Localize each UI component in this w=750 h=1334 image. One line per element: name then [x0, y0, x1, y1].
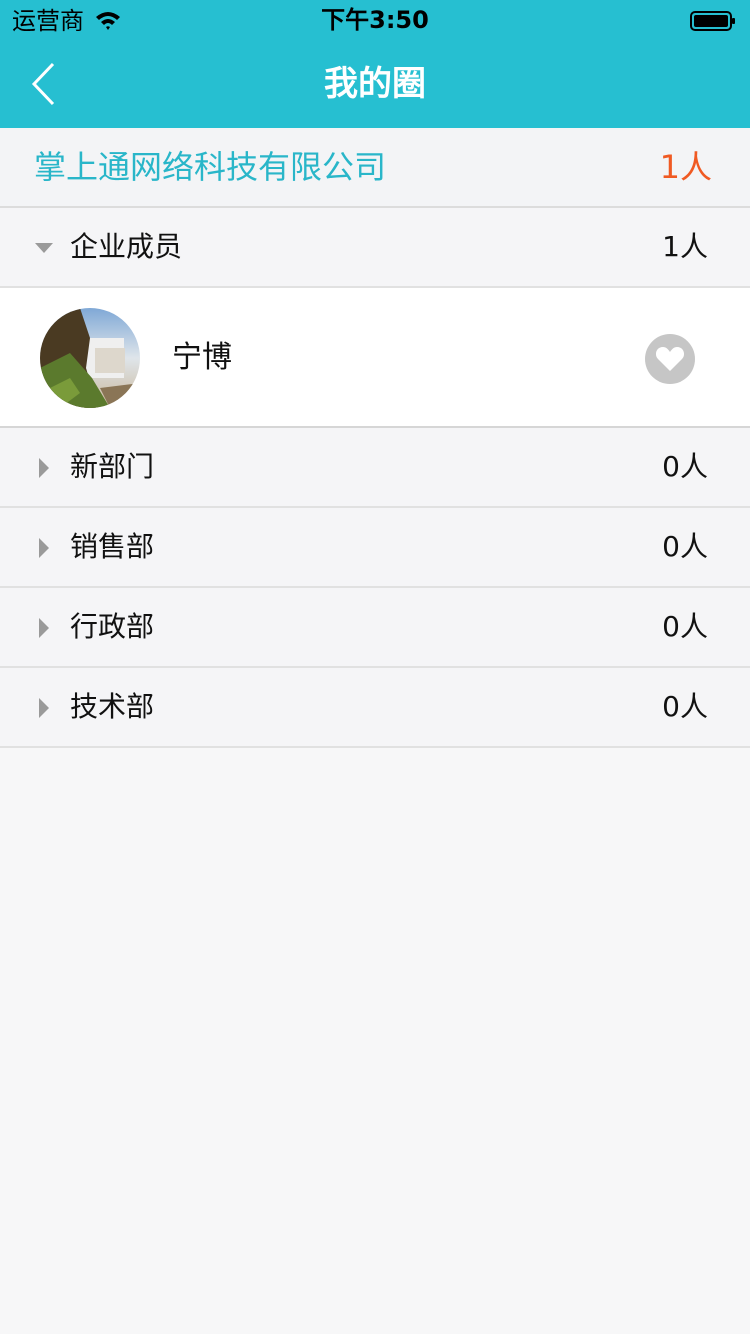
member-name: 宁博: [172, 340, 232, 375]
back-button[interactable]: [18, 58, 70, 110]
triangle-right-icon: [39, 618, 49, 638]
status-time: 下午3:50: [321, 6, 429, 34]
chevron-left-icon: [31, 62, 55, 106]
group-count: 0人: [662, 610, 708, 643]
triangle-right-icon: [39, 698, 49, 718]
group-row-sales[interactable]: 销售部 0人: [0, 508, 750, 588]
app-header: 运营商 下午3:50 我的圈: [0, 0, 750, 128]
battery-icon: [690, 11, 735, 31]
group-count: 0人: [662, 450, 708, 483]
group-label: 技术部: [70, 690, 155, 723]
group-row-technology[interactable]: 技术部 0人: [0, 668, 750, 748]
heart-icon: [655, 347, 685, 371]
company-member-count: 1人: [659, 148, 712, 186]
group-row-enterprise-members[interactable]: 企业成员 1人: [0, 208, 750, 288]
member-row[interactable]: 宁博: [0, 288, 750, 428]
favorite-button[interactable]: [645, 334, 695, 384]
group-row-new-department[interactable]: 新部门 0人: [0, 428, 750, 508]
triangle-right-icon: [39, 538, 49, 558]
company-row[interactable]: 掌上通网络科技有限公司 1人: [0, 128, 750, 208]
navigation-bar: 我的圈: [0, 40, 750, 128]
avatar: [40, 308, 140, 408]
status-bar: 运营商 下午3:50: [0, 0, 750, 40]
triangle-right-icon: [39, 458, 49, 478]
group-count: 1人: [662, 230, 708, 263]
triangle-down-icon: [35, 243, 53, 253]
group-count: 0人: [662, 530, 708, 563]
page-title: 我的圈: [324, 64, 426, 104]
group-label: 企业成员: [70, 230, 183, 263]
company-name: 掌上通网络科技有限公司: [34, 148, 387, 186]
group-row-administration[interactable]: 行政部 0人: [0, 588, 750, 668]
group-label: 新部门: [70, 450, 155, 483]
group-label: 销售部: [70, 530, 155, 563]
group-count: 0人: [662, 690, 708, 723]
group-label: 行政部: [70, 610, 155, 643]
